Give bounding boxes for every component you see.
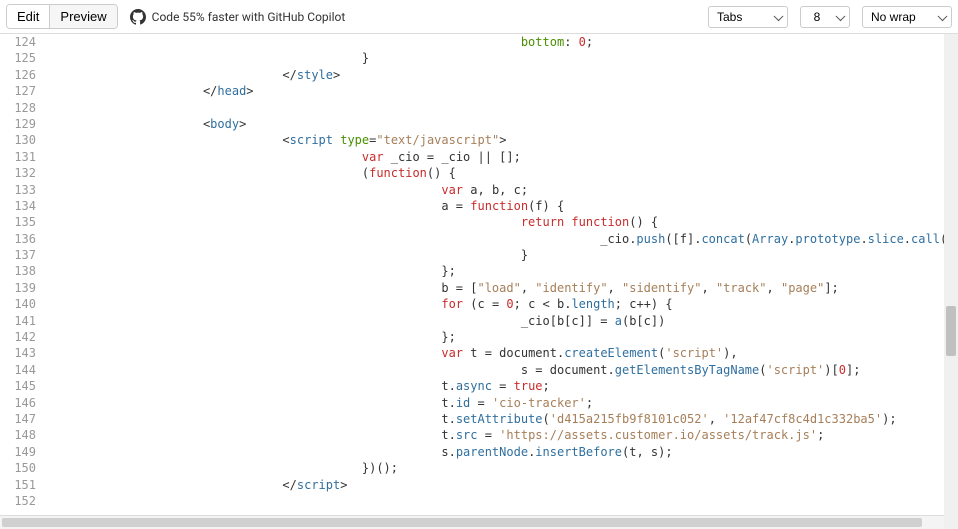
code-line[interactable]: </head> (44, 83, 958, 99)
line-number: 130 (0, 132, 36, 148)
line-number: 137 (0, 247, 36, 263)
code-line[interactable]: <script type="text/javascript"> (44, 132, 958, 148)
code-line[interactable]: </script> (44, 477, 958, 493)
copilot-text: Code 55% faster with GitHub Copilot (152, 10, 346, 24)
code-line[interactable]: var a, b, c; (44, 182, 958, 198)
code-line[interactable]: var t = document.createElement('script')… (44, 345, 958, 361)
code-line[interactable]: }; (44, 263, 958, 279)
code-line[interactable]: t.setAttribute('d415a215fb9f8101c052', '… (44, 411, 958, 427)
copilot-icon (130, 9, 146, 25)
line-number: 132 (0, 165, 36, 181)
copilot-promo[interactable]: Code 55% faster with GitHub Copilot (130, 9, 346, 25)
code-line[interactable]: return function() { (44, 214, 958, 230)
line-number: 131 (0, 149, 36, 165)
indent-mode-select[interactable]: Tabs (708, 6, 788, 28)
code-line[interactable]: for (c = 0; c < b.length; c++) { (44, 296, 958, 312)
line-number: 134 (0, 198, 36, 214)
line-number: 129 (0, 116, 36, 132)
line-number: 139 (0, 280, 36, 296)
scrollbar-corner (944, 515, 958, 529)
code-line[interactable] (44, 493, 958, 509)
code-line[interactable]: (function() { (44, 165, 958, 181)
line-number: 149 (0, 444, 36, 460)
code-line[interactable]: a = function(f) { (44, 198, 958, 214)
code-line[interactable]: s = document.getElementsByTagName('scrip… (44, 362, 958, 378)
code-line[interactable]: </style> (44, 67, 958, 83)
code-line[interactable]: _cio.push([f].concat(Array.prototype.sli… (44, 231, 958, 247)
code-line[interactable] (44, 100, 958, 116)
code-line[interactable]: t.async = true; (44, 378, 958, 394)
line-number-gutter: 1241251261271281291301311321331341351361… (0, 34, 44, 509)
line-number: 148 (0, 427, 36, 443)
toolbar: Edit Preview Code 55% faster with GitHub… (0, 0, 958, 34)
code-line[interactable]: t.id = 'cio-tracker'; (44, 395, 958, 411)
line-number: 141 (0, 313, 36, 329)
wrap-mode-select[interactable]: No wrap (862, 6, 952, 28)
horizontal-scrollbar[interactable] (0, 515, 944, 529)
edit-button[interactable]: Edit (7, 5, 50, 28)
code-line[interactable]: <body> (44, 116, 958, 132)
code-line[interactable]: bottom: 0; (44, 34, 958, 50)
horizontal-scrollbar-thumb[interactable] (2, 518, 922, 527)
line-number: 152 (0, 493, 36, 509)
line-number: 125 (0, 50, 36, 66)
line-number: 135 (0, 214, 36, 230)
line-number: 145 (0, 378, 36, 394)
code-editor[interactable]: 1241251261271281291301311321331341351361… (0, 34, 958, 515)
line-number: 147 (0, 411, 36, 427)
code-line[interactable]: var _cio = _cio || []; (44, 149, 958, 165)
line-number: 144 (0, 362, 36, 378)
line-number: 124 (0, 34, 36, 50)
code-line[interactable]: b = ["load", "identify", "sidentify", "t… (44, 280, 958, 296)
line-number: 150 (0, 460, 36, 476)
code-content[interactable]: bottom: 0; } </style> </head> <body> <sc… (44, 34, 958, 509)
line-number: 138 (0, 263, 36, 279)
code-line[interactable]: t.src = 'https://assets.customer.io/asse… (44, 427, 958, 443)
view-mode-group: Edit Preview (6, 4, 118, 29)
code-line[interactable]: }; (44, 329, 958, 345)
line-number: 136 (0, 231, 36, 247)
line-number: 142 (0, 329, 36, 345)
line-number: 140 (0, 296, 36, 312)
vertical-scrollbar[interactable] (944, 34, 958, 515)
code-line[interactable]: } (44, 50, 958, 66)
line-number: 127 (0, 83, 36, 99)
code-line[interactable]: } (44, 247, 958, 263)
preview-button[interactable]: Preview (50, 5, 116, 28)
code-line[interactable]: s.parentNode.insertBefore(t, s); (44, 444, 958, 460)
indent-size-select[interactable]: 8 (800, 6, 850, 28)
code-line[interactable]: _cio[b[c]] = a(b[c]) (44, 313, 958, 329)
line-number: 126 (0, 67, 36, 83)
line-number: 146 (0, 395, 36, 411)
code-line[interactable]: })(); (44, 460, 958, 476)
line-number: 133 (0, 182, 36, 198)
line-number: 143 (0, 345, 36, 361)
line-number: 151 (0, 477, 36, 493)
line-number: 128 (0, 100, 36, 116)
vertical-scrollbar-thumb[interactable] (946, 306, 956, 356)
